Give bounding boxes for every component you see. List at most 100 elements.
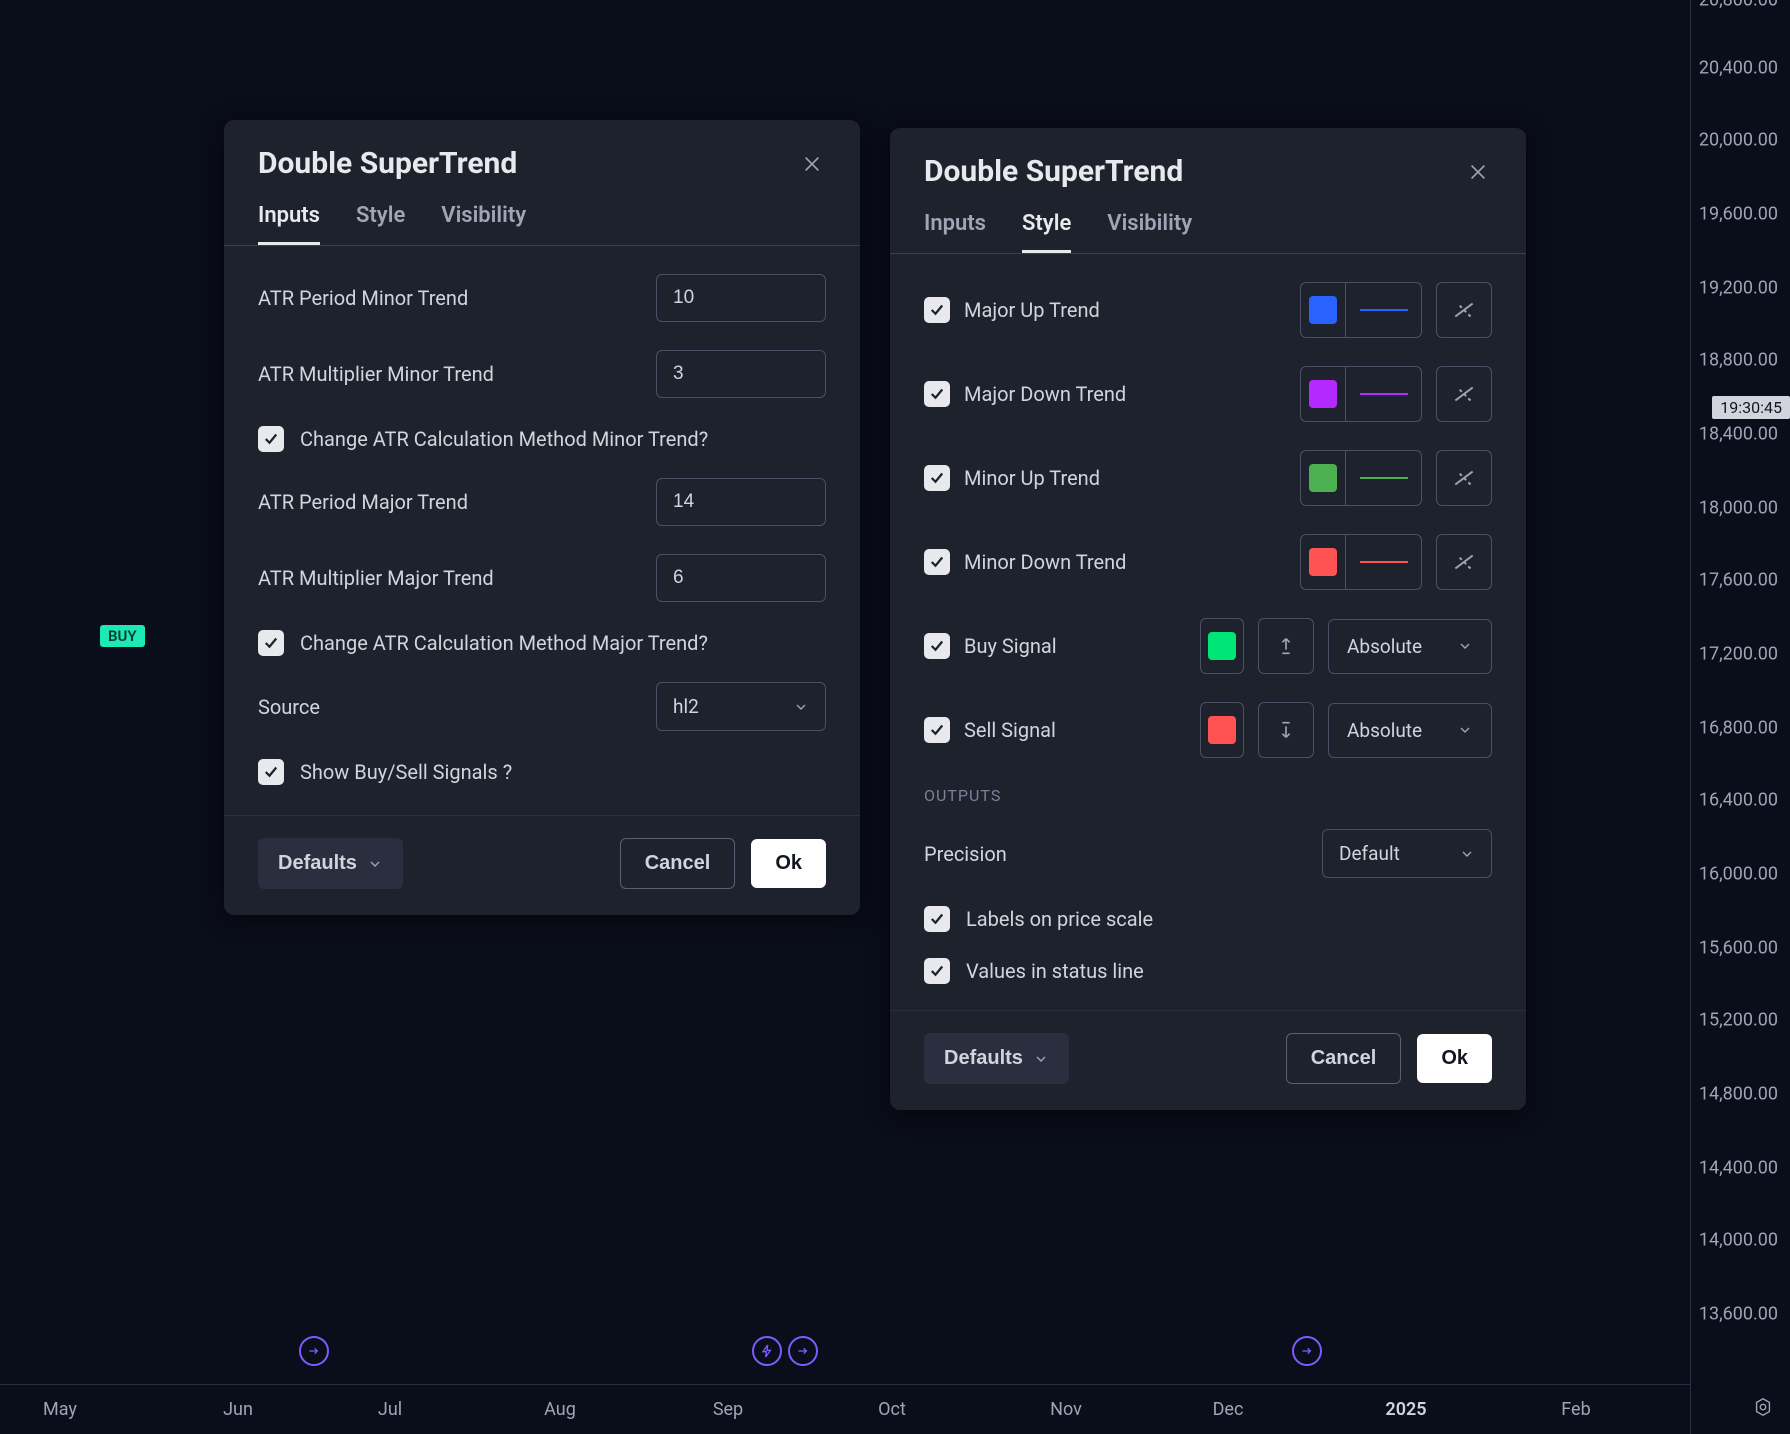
dialog-tabs: Inputs Style Visibility bbox=[890, 197, 1526, 254]
line-style-minor-up[interactable] bbox=[1345, 451, 1421, 505]
time-axis[interactable]: May Jun Jul Aug Sep Oct Nov Dec 2025 Feb bbox=[0, 1384, 1690, 1434]
checkbox-values-status-line[interactable] bbox=[924, 958, 950, 984]
checkbox-buy-signal[interactable] bbox=[924, 633, 950, 659]
tab-style[interactable]: Style bbox=[1022, 211, 1071, 253]
settings-dialog-inputs: Double SuperTrend Inputs Style Visibilit… bbox=[224, 120, 860, 915]
price-tick: 14,400.00 bbox=[1699, 1158, 1778, 1179]
label-minor-up: Minor Up Trend bbox=[964, 466, 1286, 490]
price-tick: 14,800.00 bbox=[1699, 1084, 1778, 1105]
time-tick: Feb bbox=[1561, 1399, 1590, 1420]
time-tick: Aug bbox=[544, 1399, 576, 1420]
label-major-down: Major Down Trend bbox=[964, 382, 1286, 406]
price-tick: 17,200.00 bbox=[1699, 644, 1778, 665]
close-icon[interactable] bbox=[1464, 158, 1492, 186]
line-style-major-down[interactable] bbox=[1345, 367, 1421, 421]
outputs-header: OUTPUTS bbox=[924, 786, 1492, 805]
close-icon[interactable] bbox=[798, 150, 826, 178]
cycle-icon[interactable] bbox=[299, 1336, 329, 1366]
color-swatch-minor-up bbox=[1309, 464, 1337, 492]
tab-style[interactable]: Style bbox=[356, 203, 405, 245]
price-line-toggle-minor-up[interactable] bbox=[1436, 450, 1492, 506]
price-tick: 14,000.00 bbox=[1699, 1230, 1778, 1251]
label-major-up: Major Up Trend bbox=[964, 298, 1286, 322]
input-atr-period-minor[interactable] bbox=[656, 274, 826, 322]
color-line-major-up[interactable] bbox=[1300, 282, 1422, 338]
color-sell-signal[interactable] bbox=[1200, 702, 1244, 758]
input-atr-mult-minor[interactable] bbox=[656, 350, 826, 398]
cycle-icon-3[interactable] bbox=[1292, 1336, 1322, 1366]
cancel-button[interactable]: Cancel bbox=[1286, 1033, 1402, 1084]
time-countdown-badge: 19:30:45 bbox=[1712, 396, 1790, 419]
time-tick: Nov bbox=[1050, 1399, 1082, 1420]
flash-icon[interactable] bbox=[752, 1336, 782, 1366]
dialog-title: Double SuperTrend bbox=[924, 154, 1183, 189]
tab-visibility[interactable]: Visibility bbox=[1107, 211, 1192, 253]
color-swatch-major-down bbox=[1309, 380, 1337, 408]
label-show-buy-sell: Show Buy/Sell Signals ? bbox=[300, 760, 512, 784]
checkbox-major-down[interactable] bbox=[924, 381, 950, 407]
checkbox-minor-down[interactable] bbox=[924, 549, 950, 575]
axis-settings-icon[interactable] bbox=[1752, 1396, 1778, 1422]
color-buy-signal[interactable] bbox=[1200, 618, 1244, 674]
label-sell-signal: Sell Signal bbox=[964, 718, 1186, 742]
color-swatch-minor-down bbox=[1309, 548, 1337, 576]
checkbox-show-buy-sell[interactable] bbox=[258, 759, 284, 785]
color-swatch-major-up bbox=[1309, 296, 1337, 324]
label-source: Source bbox=[258, 695, 656, 719]
input-atr-mult-major[interactable] bbox=[656, 554, 826, 602]
price-line-toggle-minor-down[interactable] bbox=[1436, 534, 1492, 590]
checkbox-labels-price-scale[interactable] bbox=[924, 906, 950, 932]
price-tick: 20,800.00 bbox=[1699, 0, 1778, 11]
price-tick: 19,200.00 bbox=[1699, 278, 1778, 299]
precision-value: Default bbox=[1339, 842, 1400, 865]
checkbox-minor-up[interactable] bbox=[924, 465, 950, 491]
time-tick: Jul bbox=[378, 1399, 402, 1420]
shape-buy-signal[interactable] bbox=[1258, 618, 1314, 674]
select-source-value: hl2 bbox=[673, 695, 699, 718]
price-tick: 15,200.00 bbox=[1699, 1010, 1778, 1031]
input-atr-period-major[interactable] bbox=[656, 478, 826, 526]
color-line-minor-down[interactable] bbox=[1300, 534, 1422, 590]
label-change-atr-major: Change ATR Calculation Method Major Tren… bbox=[300, 631, 708, 655]
price-tick: 15,600.00 bbox=[1699, 938, 1778, 959]
label-atr-period-minor: ATR Period Minor Trend bbox=[258, 286, 656, 310]
shape-sell-signal[interactable] bbox=[1258, 702, 1314, 758]
tab-visibility[interactable]: Visibility bbox=[441, 203, 526, 245]
ok-button[interactable]: Ok bbox=[1417, 1034, 1492, 1083]
cycle-icon-2[interactable] bbox=[788, 1336, 818, 1366]
defaults-button[interactable]: Defaults bbox=[924, 1033, 1069, 1084]
price-line-toggle-major-down[interactable] bbox=[1436, 366, 1492, 422]
label-precision: Precision bbox=[924, 842, 1322, 866]
price-tick: 18,800.00 bbox=[1699, 350, 1778, 371]
label-atr-mult-major: ATR Multiplier Major Trend bbox=[258, 566, 656, 590]
price-tick: 18,000.00 bbox=[1699, 498, 1778, 519]
buy-signal-label: BUY bbox=[100, 625, 145, 647]
select-source[interactable]: hl2 bbox=[656, 682, 826, 731]
select-sell-location[interactable]: Absolute bbox=[1328, 703, 1492, 758]
price-axis[interactable]: 20,800.00 20,400.00 20,000.00 19,600.00 … bbox=[1690, 0, 1790, 1434]
buy-location-value: Absolute bbox=[1347, 635, 1422, 658]
checkbox-change-atr-minor[interactable] bbox=[258, 426, 284, 452]
defaults-button[interactable]: Defaults bbox=[258, 838, 403, 889]
tab-inputs[interactable]: Inputs bbox=[924, 211, 986, 253]
price-tick: 19,600.00 bbox=[1699, 204, 1778, 225]
line-style-minor-down[interactable] bbox=[1345, 535, 1421, 589]
price-tick: 18,400.00 bbox=[1699, 424, 1778, 445]
label-change-atr-minor: Change ATR Calculation Method Minor Tren… bbox=[300, 427, 708, 451]
price-line-toggle-major-up[interactable] bbox=[1436, 282, 1492, 338]
cancel-button[interactable]: Cancel bbox=[620, 838, 736, 889]
tab-inputs[interactable]: Inputs bbox=[258, 203, 320, 245]
defaults-label: Defaults bbox=[944, 1047, 1023, 1070]
label-minor-down: Minor Down Trend bbox=[964, 550, 1286, 574]
select-buy-location[interactable]: Absolute bbox=[1328, 619, 1492, 674]
checkbox-sell-signal[interactable] bbox=[924, 717, 950, 743]
settings-dialog-style: Double SuperTrend Inputs Style Visibilit… bbox=[890, 128, 1526, 1110]
checkbox-change-atr-major[interactable] bbox=[258, 630, 284, 656]
select-precision[interactable]: Default bbox=[1322, 829, 1492, 878]
ok-button[interactable]: Ok bbox=[751, 839, 826, 888]
checkbox-major-up[interactable] bbox=[924, 297, 950, 323]
color-line-minor-up[interactable] bbox=[1300, 450, 1422, 506]
line-style-major-up[interactable] bbox=[1345, 283, 1421, 337]
color-line-major-down[interactable] bbox=[1300, 366, 1422, 422]
dialog-tabs: Inputs Style Visibility bbox=[224, 189, 860, 246]
